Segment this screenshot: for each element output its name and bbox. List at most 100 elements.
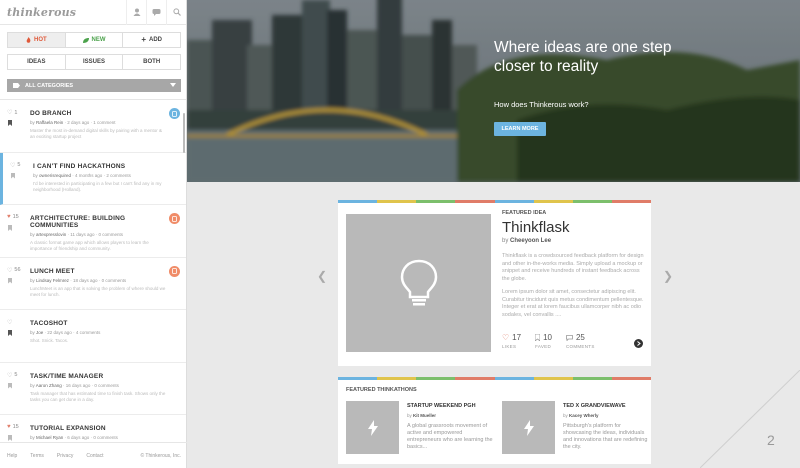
tab-ideas-label: IDEAS [27, 59, 46, 65]
tab-both[interactable]: BOTH [123, 55, 181, 69]
footer-link-privacy[interactable]: Privacy [57, 453, 73, 459]
chat-icon[interactable] [146, 0, 166, 25]
thinkathon-author[interactable]: Kacey Wherly [569, 413, 599, 418]
feed-likes-count: 15 [12, 424, 19, 430]
lightning-icon [367, 419, 378, 436]
feed-item-title[interactable]: DO BRANCH [30, 110, 168, 117]
page-number[interactable]: 2 [767, 432, 775, 448]
tab-add[interactable]: + ADD [123, 33, 181, 47]
feed-item[interactable]: ♥ 15 TUTORIAL EXPANSION by Michael Ryan · 6… [0, 415, 186, 442]
thinkathon-item[interactable]: TED X GRANDVIEWAVE by Kacey Wherly Pitts… [502, 401, 652, 461]
thinkathon-item[interactable]: STARTUP WEEKEND PGH by Kit Mueller A glo… [346, 401, 496, 461]
feed-item[interactable]: ♥ 15 ARTCHITECTURE: BUILDING COMMUNITIES by… [0, 205, 186, 258]
footer-link-help[interactable]: Help [7, 453, 17, 459]
feed-likes-count: 5 [17, 162, 21, 168]
feed-item-author[interactable]: ownerisrequired [39, 173, 71, 178]
tab-hot[interactable]: HOT [8, 33, 66, 47]
feed-item-meta: by Raffaela Rein · 2 days ago · 1 commen… [30, 120, 116, 125]
feed-likes[interactable]: ♥ 15 [7, 424, 19, 430]
category-dropdown[interactable]: ALL CATEGORIES [7, 79, 181, 92]
feed-item-desc: Master the most in-demand digital skills… [30, 128, 163, 139]
feed-item-time: 6 days ago [67, 435, 90, 440]
tab-issues[interactable]: ISSUES [65, 55, 124, 69]
search-icon[interactable] [166, 0, 186, 25]
copyright: © Thinkerous, Inc. [140, 452, 181, 459]
feed-item-title[interactable]: ARTCHITECTURE: BUILDING COMMUNITIES [30, 215, 168, 229]
faved-count: 10 [543, 333, 552, 342]
feed-item-meta: by Michael Ryan · 6 days ago · 0 comment… [30, 435, 118, 440]
thinkathon-title[interactable]: STARTUP WEEKEND PGH [407, 403, 476, 409]
bookmark-icon[interactable] [8, 435, 12, 441]
featured-description: Thinkflask is a crowdsourced feedback pl… [502, 253, 645, 325]
feed-item-author[interactable]: Aaron Zhang [36, 383, 62, 388]
heart-icon: ♡ [10, 162, 16, 169]
featured-title[interactable]: Thinkflask [502, 219, 570, 236]
feed-likes[interactable]: ♥ 15 [7, 214, 19, 220]
thinkathon-author[interactable]: Kit Mueller [413, 413, 436, 418]
feed-item-author[interactable]: Michael Ryan [36, 435, 63, 440]
next-arrow-icon[interactable]: ❯ [663, 269, 673, 283]
faved-stat[interactable]: 10 FAVED [535, 333, 552, 349]
bookmark-icon[interactable] [8, 120, 12, 126]
tab-new[interactable]: NEW [65, 33, 124, 47]
heart-icon: ♡ [7, 372, 13, 379]
feed-likes-count: 5 [14, 372, 18, 378]
feed-item[interactable]: ♡ 56 LUNCH MEET by Lindsay Felmrez · 18 day… [0, 258, 186, 310]
bookmark-icon[interactable] [8, 277, 12, 284]
likes-label: LIKES [502, 344, 517, 349]
feed-item-desc: LunchMeet is an app that is solving the … [30, 285, 166, 297]
feed-item-author[interactable]: artexpresslovin [36, 232, 66, 237]
featured-desc-1: Thinkflask is a crowdsourced feedback pl… [502, 253, 644, 282]
thinkathon-desc: Pittsburgh's platform for showcasing the… [563, 423, 648, 450]
hero-subtitle[interactable]: How does Thinkerous work? [494, 100, 589, 109]
feed-item-title[interactable]: LUNCH MEET [30, 268, 168, 275]
card-colorbar [338, 200, 651, 203]
feed-likes[interactable]: ♡ [7, 319, 14, 326]
type-tabs: IDEAS ISSUES BOTH [7, 54, 181, 70]
logo[interactable]: thinkerous [7, 6, 126, 19]
issue-badge-icon [169, 265, 180, 277]
feed-item[interactable]: ♡ TACOSHOT by Joe · 22 days ago · 4 commen… [0, 310, 186, 363]
lightbulb-icon [400, 259, 437, 306]
tab-ideas[interactable]: IDEAS [8, 55, 66, 69]
likes-stat[interactable]: ♡ 17 LIKES [502, 333, 521, 349]
bookmark-icon[interactable] [8, 330, 12, 336]
feed-item-author[interactable]: Joe [36, 330, 43, 335]
comment-icon [566, 334, 573, 341]
faved-label: FAVED [535, 344, 551, 349]
feed-likes[interactable]: ♡ 5 [10, 162, 20, 169]
feed-item-title[interactable]: TUTORIAL EXPANSION [30, 425, 168, 432]
feed-item[interactable]: ♡ 5 I CAN'T FIND HACKATHONS by ownerisrequi… [0, 152, 186, 205]
featured-author[interactable]: Cheeyoon Lee [510, 238, 551, 244]
lightning-icon [523, 419, 534, 436]
learn-more-button[interactable]: LEARN MORE [494, 122, 546, 136]
sidebar-footer: Help Terms Privacy Contact © Thinkerous,… [0, 442, 187, 468]
next-circle-icon[interactable] [634, 339, 643, 348]
feed-item-author[interactable]: Lindsay Felmrez [36, 278, 69, 283]
prev-arrow-icon[interactable]: ❮ [317, 269, 327, 283]
feed-item-title[interactable]: TACOSHOT [30, 320, 168, 327]
feed-likes[interactable]: ♡ 1 [7, 109, 17, 117]
thinkathon-title[interactable]: TED X GRANDVIEWAVE [563, 403, 626, 409]
bookmark-icon[interactable] [11, 172, 15, 179]
featured-stats: ♡ 17 LIKES 10 FAVED 25 COMMENTS [502, 333, 595, 349]
comments-stat[interactable]: 25 COMMENTS [566, 333, 595, 349]
feed-item[interactable]: ♡ 5 TASK/TIME MANAGER by Aaron Zhang · 16 d… [0, 363, 186, 415]
feed-likes[interactable]: ♡ 5 [7, 372, 17, 379]
featured-idea-card[interactable]: FEATURED IDEA Thinkflask by Cheeyoon Lee… [338, 200, 651, 366]
plus-icon: + [141, 35, 147, 44]
feed-item-author[interactable]: Raffaela Rein [36, 120, 63, 125]
feed-item-title[interactable]: I CAN'T FIND HACKATHONS [33, 163, 168, 170]
bookmark-icon[interactable] [8, 382, 12, 389]
tab-new-label: NEW [91, 37, 106, 43]
feed-item-title[interactable]: TASK/TIME MANAGER [30, 373, 168, 380]
user-icon[interactable] [126, 0, 146, 25]
comments-count: 25 [575, 333, 585, 342]
footer-link-terms[interactable]: Terms [30, 453, 44, 459]
feed-scrollbar[interactable] [183, 113, 185, 153]
hack-colorbar [338, 377, 651, 380]
feed-likes[interactable]: ♡ 56 [7, 267, 21, 274]
bookmark-icon[interactable] [8, 225, 12, 231]
feed-item[interactable]: ♡ 1 DO BRANCH by Raffaela Rein · 2 days ago… [0, 100, 186, 153]
footer-link-contact[interactable]: Contact [86, 453, 103, 459]
